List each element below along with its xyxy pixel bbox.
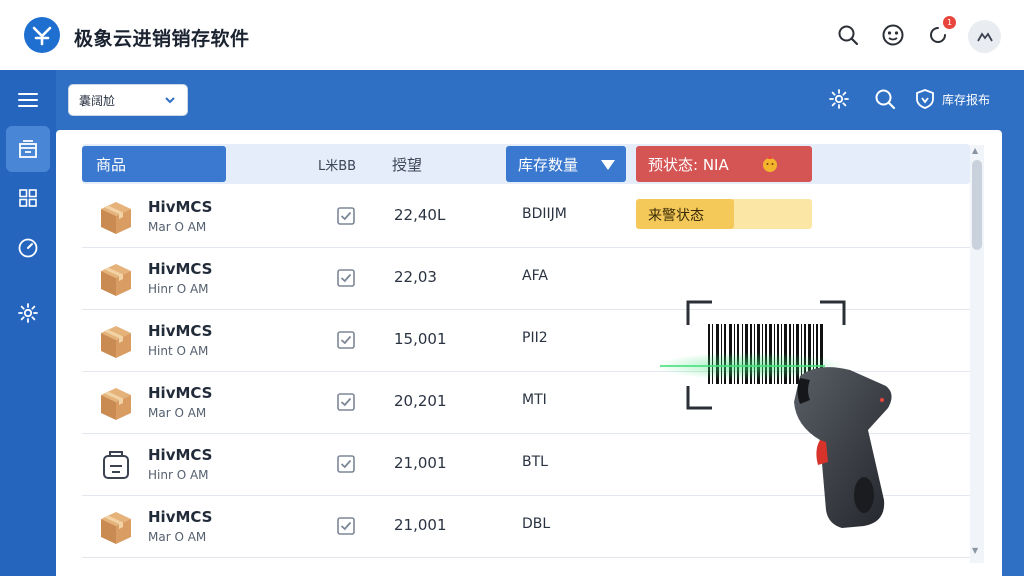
product-subtitle: Mar O AM — [148, 530, 207, 544]
scrollbar-thumb[interactable] — [972, 160, 982, 250]
product-quantity: 20,201 — [394, 392, 447, 410]
package-icon — [96, 322, 136, 362]
shield-report-icon[interactable] — [912, 86, 938, 112]
column-header-stock[interactable]: 库存数量 — [506, 146, 626, 182]
box-outline-icon — [96, 446, 136, 486]
product-code: PII2 — [522, 330, 548, 346]
user-avatar[interactable] — [968, 20, 1001, 53]
package-icon — [96, 384, 136, 424]
caret-down-icon — [600, 157, 616, 175]
column-header-stock-label: 库存数量 — [518, 155, 579, 174]
settings-gear-icon[interactable] — [14, 299, 42, 327]
product-subtitle: Mar O AM — [148, 220, 207, 234]
warning-status-label: 来警状态 — [648, 208, 704, 224]
product-code: BDIIJM — [522, 206, 567, 222]
product-name: HivMCS — [148, 384, 213, 402]
row-checkbox[interactable] — [336, 330, 356, 350]
menu-icon[interactable] — [14, 86, 42, 114]
top-header: 极象云进销销存软件 1 — [0, 0, 1024, 70]
product-name: HivMCS — [148, 260, 213, 278]
barcode-scanner-illustration — [650, 290, 910, 540]
scroll-up-icon[interactable]: ▲ — [972, 146, 978, 155]
product-name: HivMCS — [148, 446, 213, 464]
product-quantity: 22,40L — [394, 206, 446, 224]
package-icon — [96, 198, 136, 238]
alert-emoji-icon — [760, 154, 780, 178]
app-title: 极象云进销销存软件 — [74, 28, 250, 50]
warning-status-tag[interactable]: 来警状态 — [636, 199, 812, 229]
inventory-report-button[interactable]: 库存报布 — [942, 91, 990, 108]
product-code: DBL — [522, 516, 551, 532]
settings-icon[interactable] — [826, 86, 852, 112]
row-checkbox[interactable] — [336, 206, 356, 226]
chevron-down-icon — [163, 93, 177, 110]
product-quantity: 21,001 — [394, 454, 447, 472]
product-quantity: 22,03 — [394, 268, 437, 286]
store-select[interactable]: 囊阔尬 — [68, 84, 188, 116]
inventory-icon[interactable] — [14, 135, 42, 163]
product-quantity: 21,001 — [394, 516, 447, 534]
product-quantity: 15,001 — [394, 330, 447, 348]
row-checkbox[interactable] — [336, 268, 356, 288]
table-row[interactable]: HivMCS Mar O AM 22,40L BDIIJM 来警状态 — [82, 186, 970, 248]
package-icon — [96, 260, 136, 300]
search-icon[interactable] — [872, 86, 898, 112]
product-name: HivMCS — [148, 198, 213, 216]
row-checkbox[interactable] — [336, 516, 356, 536]
column-header-unit[interactable]: L米BB — [318, 146, 356, 182]
product-name: HivMCS — [148, 322, 213, 340]
product-subtitle: Hinr O AM — [148, 468, 209, 482]
product-code: AFA — [522, 268, 548, 284]
column-header-warning-label: 预状态: NIA — [648, 155, 729, 174]
column-header-warning[interactable]: 预状态: NIA — [636, 146, 812, 182]
row-checkbox[interactable] — [336, 392, 356, 412]
grid-icon[interactable] — [14, 184, 42, 212]
scroll-down-icon[interactable]: ▼ — [972, 546, 978, 555]
search-icon[interactable] — [835, 22, 861, 48]
product-code: MTI — [522, 392, 547, 408]
row-checkbox[interactable] — [336, 454, 356, 474]
help-robot-icon[interactable] — [880, 22, 906, 48]
product-subtitle: Hint O AM — [148, 344, 209, 358]
product-name: HivMCS — [148, 508, 213, 526]
package-icon — [96, 508, 136, 548]
notification-icon[interactable]: 1 — [925, 16, 956, 48]
store-select-value: 囊阔尬 — [79, 93, 116, 108]
app-logo-icon — [24, 17, 60, 53]
dashboard-gauge-icon[interactable] — [14, 234, 42, 262]
product-subtitle: Mar O AM — [148, 406, 207, 420]
column-header-goods[interactable]: 商品 — [82, 146, 226, 182]
notification-badge: 1 — [943, 16, 956, 29]
column-header-qty[interactable]: 授望 — [392, 146, 422, 182]
product-code: BTL — [522, 454, 548, 470]
product-subtitle: Hinr O AM — [148, 282, 209, 296]
